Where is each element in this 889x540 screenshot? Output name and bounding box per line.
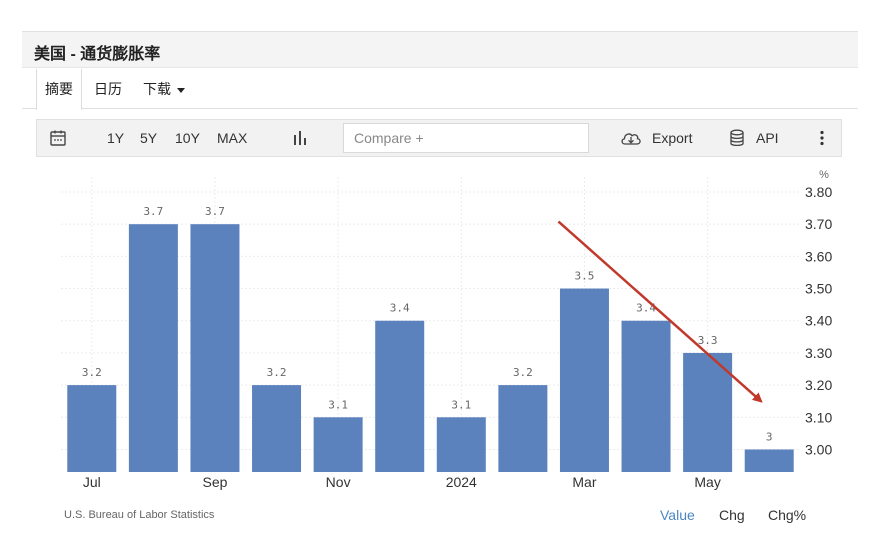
compare-input[interactable] [343, 123, 589, 153]
y-tick-label: 3.10 [805, 409, 832, 425]
api-button[interactable]: API [756, 120, 779, 156]
data-label: 3.2 [267, 366, 287, 379]
bar[interactable] [375, 320, 425, 472]
data-label: 3.7 [143, 205, 163, 218]
x-tick-label: Mar [572, 474, 596, 490]
cloud-download-icon[interactable] [620, 130, 642, 148]
data-label: 3.4 [390, 302, 410, 315]
y-tick-label: 3.20 [805, 377, 832, 393]
y-tick-label: 3.60 [805, 248, 832, 264]
data-label: 3 [766, 430, 773, 443]
data-label: 3.1 [451, 398, 471, 411]
tab-bar: 摘要 日历 下载 [22, 69, 858, 110]
bar[interactable] [436, 417, 486, 472]
x-tick-label: Jul [83, 474, 101, 490]
data-label: 3.3 [698, 334, 718, 347]
range-10y-button[interactable]: 10Y [175, 120, 200, 156]
tab-calendar-label: 日历 [94, 81, 122, 97]
tab-calendar[interactable]: 日历 [88, 69, 128, 109]
title-bar: 美国 - 通货膨胀率 [22, 31, 858, 68]
bar[interactable] [313, 417, 363, 472]
tab-download-label: 下载 [143, 81, 171, 97]
export-button[interactable]: Export [652, 120, 692, 156]
bar[interactable] [67, 385, 117, 472]
bar[interactable] [128, 224, 178, 472]
x-tick-label: Nov [326, 474, 351, 490]
y-tick-label: 3.70 [805, 216, 832, 232]
bar-chart-icon[interactable] [292, 130, 308, 146]
tab-summary-label: 摘要 [45, 81, 73, 97]
data-label: 3.4 [636, 302, 656, 315]
tab-summary[interactable]: 摘要 [36, 69, 82, 110]
x-tick-label: Sep [202, 474, 227, 490]
range-5y-button[interactable]: 5Y [140, 120, 157, 156]
data-label: 3.2 [82, 366, 102, 379]
source-label: U.S. Bureau of Labor Statistics [64, 509, 215, 521]
bar[interactable] [559, 288, 609, 472]
tab-download[interactable]: 下载 [134, 69, 194, 109]
range-max-button[interactable]: MAX [217, 120, 247, 156]
chevron-down-icon [177, 87, 185, 93]
bar[interactable] [190, 224, 240, 472]
chart-toolbar: 1Y 5Y 10Y MAX Export API [36, 119, 842, 157]
calendar-icon[interactable] [49, 129, 67, 147]
data-label: 3.2 [513, 366, 533, 379]
bar[interactable] [744, 449, 794, 472]
y-tick-label: 3.00 [805, 441, 832, 457]
y-tick-label: 3.80 [805, 184, 832, 200]
y-axis-unit-label: % [819, 169, 829, 181]
data-label: 3.5 [575, 270, 595, 283]
y-tick-label: 3.30 [805, 345, 832, 361]
view-chg-percent-link[interactable]: Chg% [768, 507, 806, 523]
view-chg-link[interactable]: Chg [719, 507, 745, 523]
data-label: 3.1 [328, 398, 348, 411]
page-title: 美国 - 通货膨胀率 [34, 46, 161, 63]
y-tick-label: 3.40 [805, 313, 832, 329]
bar-chart: % 3.80 3.70 3.60 3.50 3.40 3.30 3.20 3.10 3.00 3… [61, 169, 832, 490]
x-tick-label: 2024 [446, 474, 477, 490]
view-value-link[interactable]: Value [660, 507, 695, 523]
chart-area: % 3.80 3.70 3.60 3.50 3.40 3.30 3.20 3.10 3.00 3… [36, 157, 842, 497]
bar[interactable] [252, 385, 302, 472]
y-tick-label: 3.50 [805, 281, 832, 297]
bar[interactable] [498, 385, 548, 472]
more-options-icon[interactable] [819, 130, 825, 146]
database-icon[interactable] [729, 129, 745, 147]
data-label: 3.7 [205, 205, 225, 218]
range-1y-button[interactable]: 1Y [107, 120, 124, 156]
x-tick-label: May [694, 474, 720, 490]
bar[interactable] [621, 320, 671, 472]
